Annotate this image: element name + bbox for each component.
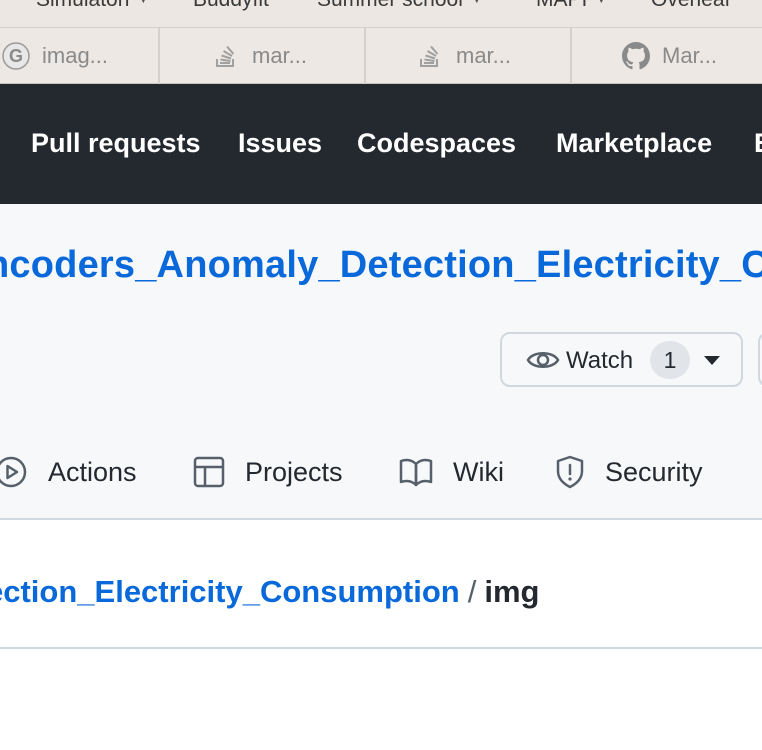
tab-projects[interactable]: Projects	[193, 452, 343, 492]
bookmark-overleaf[interactable]: Overleaf	[651, 0, 730, 12]
github-icon	[622, 42, 650, 70]
bookmark-label: Overleaf	[651, 0, 730, 11]
bookmark-label: Simulaton	[36, 0, 129, 11]
chevron-down-icon: ▼	[595, 0, 607, 6]
book-icon	[399, 458, 433, 487]
bookmark-summer-school[interactable]: Summer school ▼	[317, 0, 483, 12]
tab-projects-label: Projects	[245, 456, 343, 487]
stackoverflow-icon	[420, 45, 439, 67]
play-icon	[0, 456, 27, 488]
chevron-down-icon: ▼	[137, 0, 149, 6]
browser-tab-strip: G imag... mar... mar... Mar...	[0, 28, 762, 84]
nav-marketplace[interactable]: Marketplace	[556, 128, 712, 159]
browser-tab-github[interactable]: Mar...	[622, 28, 717, 84]
browser-tab-label: Mar...	[662, 43, 718, 68]
bookmark-simulaton[interactable]: Simulaton ▼	[36, 0, 149, 12]
fork-button[interactable]	[758, 332, 762, 387]
github-header: Pull requests Issues Codespaces Marketpl…	[0, 84, 762, 204]
svg-text:G: G	[9, 46, 23, 66]
browser-tab-label: imag...	[42, 43, 109, 68]
tab-actions[interactable]: Actions	[0, 452, 137, 492]
nav-codespaces[interactable]: Codespaces	[357, 128, 516, 159]
tab-security-label: Security	[605, 456, 703, 487]
nav-issues[interactable]: Issues	[238, 128, 322, 159]
bookmark-mapi[interactable]: MAPI ▼	[536, 0, 607, 12]
browser-tab-stackoverflow[interactable]: mar...	[212, 28, 307, 84]
bookmark-buddyfit[interactable]: Buddyfit	[193, 0, 269, 12]
chevron-down-icon: ▼	[471, 0, 483, 6]
breadcrumb: ection_Electricity_Consumption / img	[0, 574, 539, 610]
tab-security[interactable]: Security	[555, 452, 703, 492]
nav-explore[interactable]: E	[754, 128, 762, 159]
bookmark-label: Summer school	[317, 0, 463, 11]
bookmark-label: Buddyfit	[193, 0, 269, 11]
browser-tab-google[interactable]: G imag...	[2, 28, 108, 84]
bookmarks-bar: Simulaton ▼ Buddyfit Summer school ▼ MAPI ▼…	[0, 0, 762, 28]
browser-tab-label: mar...	[456, 43, 512, 68]
tab-divider	[158, 28, 160, 84]
tab-actions-label: Actions	[48, 456, 137, 487]
tab-wiki[interactable]: Wiki	[399, 452, 504, 492]
browser-tab-stackoverflow[interactable]: mar...	[416, 28, 511, 84]
eye-icon	[526, 352, 560, 368]
watch-count-badge: 1	[650, 341, 690, 379]
bookmark-label: MAPI	[536, 0, 587, 11]
tab-divider	[570, 28, 572, 84]
table-icon	[193, 456, 225, 488]
repo-name-link[interactable]: ncoders_Anomaly_Detection_Electricity_C	[0, 244, 762, 287]
tab-wiki-label: Wiki	[453, 456, 504, 487]
breadcrumb-current-folder: img	[484, 574, 540, 609]
stackoverflow-icon	[216, 45, 235, 67]
divider	[0, 647, 762, 649]
breadcrumb-repo-link[interactable]: ection_Electricity_Consumption	[0, 574, 460, 609]
repo-header: ncoders_Anomaly_Detection_Electricity_C …	[0, 204, 762, 520]
browser-tab-label: mar...	[252, 43, 308, 68]
watch-label: Watch	[566, 347, 634, 374]
nav-pull-requests[interactable]: Pull requests	[31, 128, 201, 159]
tab-divider	[364, 28, 366, 84]
shield-icon	[556, 455, 584, 489]
google-icon: G	[2, 42, 30, 70]
breadcrumb-separator: /	[467, 574, 477, 609]
caret-down-icon[interactable]	[704, 356, 720, 365]
watch-button[interactable]: Watch 1	[500, 332, 743, 387]
